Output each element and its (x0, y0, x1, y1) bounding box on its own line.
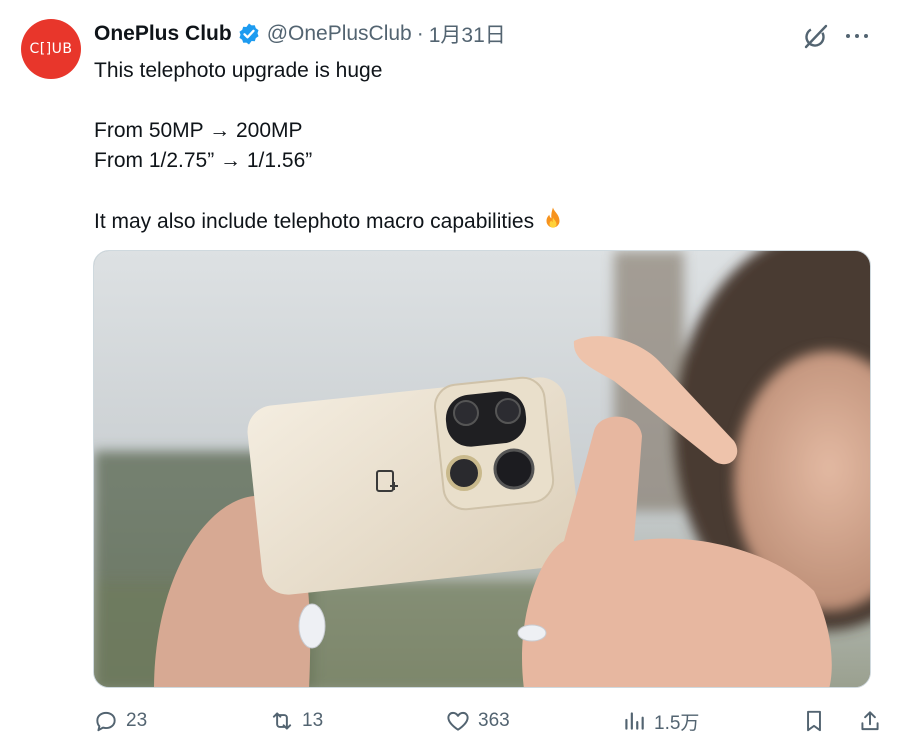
header-separator: · (416, 22, 424, 45)
tweet-date[interactable]: 1月31日 (429, 19, 506, 49)
display-name[interactable]: OnePlus Club (94, 22, 232, 46)
user-handle[interactable]: @OnePlusClub (267, 22, 412, 46)
retweet-icon (272, 712, 292, 730)
like-count: 363 (478, 710, 510, 731)
reply-button[interactable]: 23 (93, 704, 147, 738)
tweet-line: This telephoto upgrade is huge (94, 59, 383, 82)
tweet: C[]UB OnePlus Club @OnePlusClub · 1月31日 … (0, 0, 897, 747)
tweet-line: From 50MP → 200MP (94, 119, 303, 142)
share-icon (861, 711, 879, 731)
verified-badge-icon (239, 23, 259, 45)
tweet-image[interactable] (93, 250, 871, 688)
avatar[interactable]: C[]UB (21, 19, 81, 79)
share-button[interactable] (857, 704, 890, 738)
tweet-line: From 1/2.75” → 1/1.56” (94, 149, 313, 172)
tweet-header: OnePlus Club @OnePlusClub · 1月31日 (94, 20, 506, 48)
grok-icon[interactable] (802, 22, 830, 50)
tweet-line-with-emoji: It may also include telephoto macro capa… (94, 206, 566, 236)
views-button[interactable]: 1.5万 (621, 704, 699, 738)
views-chart-icon (625, 712, 644, 730)
fire-icon (546, 207, 560, 228)
views-count: 1.5万 (654, 712, 700, 734)
reply-icon (96, 711, 116, 732)
retweet-count: 13 (302, 710, 324, 731)
retweet-button[interactable]: 13 (269, 704, 323, 738)
more-options-icon[interactable] (844, 24, 870, 48)
reply-count: 23 (126, 710, 148, 731)
tweet-text: This telephoto upgrade is huge From 50MP… (94, 56, 566, 236)
phone-photo (94, 251, 870, 687)
bookmark-button[interactable] (801, 704, 834, 738)
bookmark-icon (807, 710, 821, 732)
heart-icon (447, 711, 469, 731)
avatar-logo-text: C[]UB (29, 41, 73, 57)
like-button[interactable]: 363 (445, 704, 510, 738)
tweet-line: It may also include telephoto macro capa… (94, 210, 535, 233)
tweet-actions: 23 13 363 1.5万 (93, 704, 893, 738)
